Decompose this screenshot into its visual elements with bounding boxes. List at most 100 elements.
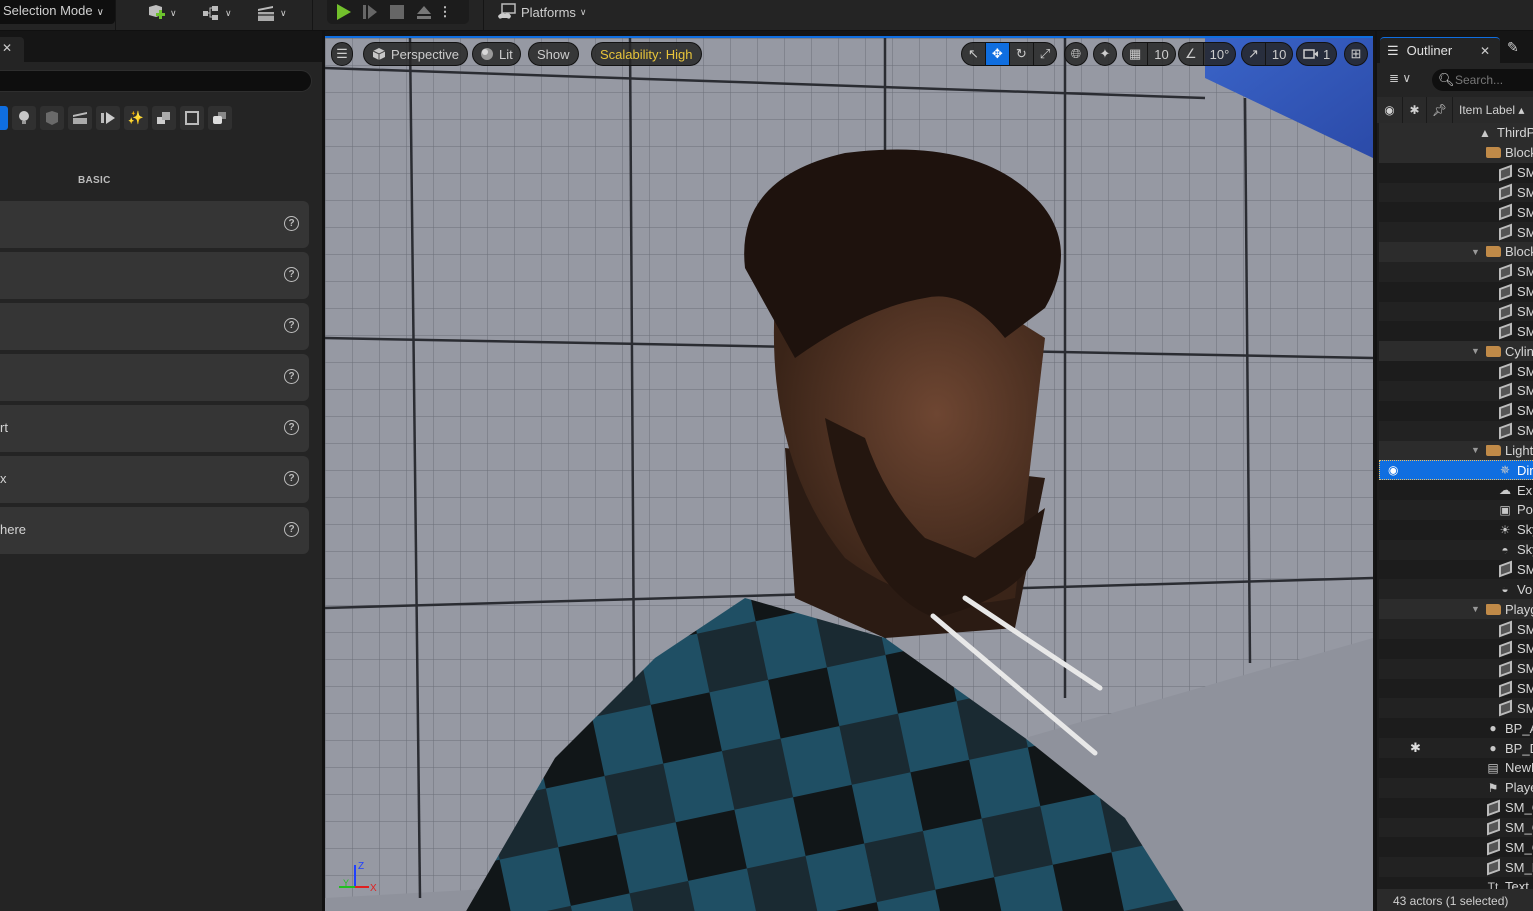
- outliner-row[interactable]: SM: [1379, 261, 1533, 282]
- filter-icon[interactable]: ≣ ∨: [1389, 71, 1411, 85]
- layout-button[interactable]: ⊞: [1344, 42, 1368, 66]
- outliner-row[interactable]: SM: [1379, 282, 1533, 302]
- outliner-row[interactable]: SM: [1379, 182, 1533, 203]
- outliner-row[interactable]: SM: [1379, 560, 1533, 580]
- blueprint-button[interactable]: ∨: [201, 2, 232, 24]
- help-icon[interactable]: ?: [284, 216, 299, 231]
- close-icon[interactable]: ✕: [1480, 44, 1490, 58]
- actor-list-item[interactable]: here?: [0, 507, 309, 554]
- category-effects-icon[interactable]: ✨: [124, 106, 148, 130]
- pin-column-icon[interactable]: 📌︎: [1427, 97, 1453, 123]
- help-icon[interactable]: ?: [284, 471, 299, 486]
- rotation-snap-value[interactable]: 10°: [1202, 43, 1236, 65]
- outliner-folder-row[interactable]: Block: [1379, 142, 1533, 163]
- outliner-row[interactable]: SM: [1379, 420, 1533, 441]
- help-icon[interactable]: ?: [284, 369, 299, 384]
- outliner-row[interactable]: ▤ NewL: [1379, 758, 1533, 778]
- stop-icon[interactable]: [387, 2, 407, 22]
- step-icon[interactable]: [360, 2, 380, 22]
- actor-list-item[interactable]: x?: [0, 456, 309, 503]
- outliner-row[interactable]: ▣ Po: [1379, 500, 1533, 520]
- outliner-row[interactable]: SM: [1379, 619, 1533, 639]
- actor-list-item[interactable]: ?: [0, 252, 309, 299]
- category-volumes-icon[interactable]: [180, 106, 204, 130]
- camera-speed-button[interactable]: 1: [1296, 42, 1338, 66]
- scale-snap-icon[interactable]: ↗: [1242, 43, 1265, 65]
- item-label-column[interactable]: Item Label ▴: [1453, 97, 1533, 123]
- panel-tab[interactable]: ✕: [0, 37, 24, 62]
- outliner-row[interactable]: SM: [1379, 202, 1533, 222]
- outliner-row[interactable]: SM: [1379, 301, 1533, 322]
- viewport-menu-button[interactable]: ☰: [331, 42, 353, 66]
- selection-mode-dropdown[interactable]: Selection Mode ∨: [0, 0, 115, 24]
- platforms-dropdown[interactable]: Platforms ∨: [497, 2, 587, 22]
- category-recent-icon[interactable]: [0, 106, 8, 130]
- outliner-row[interactable]: ▲ ThirdP: [1379, 123, 1533, 143]
- show-button[interactable]: Show: [528, 42, 579, 66]
- eject-icon[interactable]: [414, 2, 434, 22]
- expand-arrow-icon[interactable]: ▼: [1471, 604, 1480, 614]
- outliner-row[interactable]: ● BP_A: [1379, 718, 1533, 738]
- outliner-row[interactable]: SM: [1379, 401, 1533, 421]
- category-lights-icon[interactable]: [12, 106, 36, 130]
- outliner-row[interactable]: SM: [1379, 222, 1533, 243]
- view-mode-button[interactable]: Lit: [472, 42, 521, 66]
- favorite-star-icon[interactable]: ✱: [1410, 740, 1421, 756]
- perspective-button[interactable]: Perspective: [363, 42, 468, 66]
- expand-arrow-icon[interactable]: ▼: [1471, 445, 1480, 455]
- scale-tool-icon[interactable]: ⤢: [1032, 43, 1056, 65]
- outliner-row[interactable]: ◒ Vo: [1379, 579, 1533, 600]
- scale-snap-value[interactable]: 10: [1264, 43, 1292, 65]
- category-visual-effects-icon[interactable]: [96, 106, 120, 130]
- help-icon[interactable]: ?: [284, 318, 299, 333]
- help-icon[interactable]: ?: [284, 267, 299, 282]
- outliner-row[interactable]: SM: [1379, 321, 1533, 341]
- visibility-eye-icon[interactable]: ◉: [1388, 463, 1398, 477]
- scalability-button[interactable]: Scalability: High: [591, 42, 702, 66]
- expand-arrow-icon[interactable]: ▼: [1471, 346, 1480, 356]
- outliner-row[interactable]: SM_C: [1379, 798, 1533, 818]
- rotate-tool-icon[interactable]: ↻: [1008, 43, 1033, 65]
- angle-snap-icon[interactable]: ∠: [1179, 43, 1203, 65]
- outliner-row[interactable]: SM: [1379, 658, 1533, 679]
- outliner-row[interactable]: ☁ Exp: [1379, 480, 1533, 500]
- outliner-row[interactable]: ⚑ Playe: [1379, 777, 1533, 798]
- actor-list-item[interactable]: rt?: [0, 405, 309, 452]
- help-icon[interactable]: ?: [284, 420, 299, 435]
- outliner-row[interactable]: SM: [1379, 361, 1533, 381]
- outliner-row[interactable]: SM: [1379, 679, 1533, 699]
- grid-snap-value[interactable]: 10: [1147, 43, 1174, 65]
- outliner-search-input[interactable]: 🔍︎ Search...: [1432, 69, 1533, 91]
- outliner-row[interactable]: ◉ ✵ Dir: [1379, 460, 1533, 481]
- outliner-folder-row[interactable]: ▼ Cylin: [1379, 341, 1533, 362]
- outliner-row[interactable]: SM_C: [1379, 817, 1533, 838]
- expand-arrow-icon[interactable]: ▼: [1471, 247, 1480, 257]
- help-icon[interactable]: ?: [284, 522, 299, 537]
- grid-snap-icon[interactable]: ▦: [1123, 43, 1147, 65]
- outliner-folder-row[interactable]: ▼ Playg: [1379, 599, 1533, 620]
- level-viewport[interactable]: ☰ Perspective Lit Show Scalability: High…: [325, 36, 1373, 911]
- details-tab-icon[interactable]: ✎: [1507, 39, 1519, 56]
- play-icon[interactable]: [333, 2, 353, 22]
- surface-snapping-toggle[interactable]: ✦: [1093, 42, 1117, 66]
- outliner-folder-row[interactable]: ▼ Light: [1379, 440, 1533, 461]
- translate-tool-icon[interactable]: ✥: [984, 43, 1009, 65]
- visibility-column-eye-icon[interactable]: ◉: [1377, 97, 1403, 123]
- category-all-classes-icon[interactable]: [208, 106, 232, 130]
- world-local-toggle[interactable]: 🌐︎: [1064, 42, 1088, 66]
- outliner-row[interactable]: SM_C: [1379, 837, 1533, 857]
- cinematics-button[interactable]: ∨: [256, 2, 287, 24]
- outliner-row[interactable]: SM: [1379, 639, 1533, 659]
- outliner-row[interactable]: ☀ Sky: [1379, 520, 1533, 540]
- outliner-row[interactable]: SM_R: [1379, 857, 1533, 878]
- close-icon[interactable]: ✕: [2, 41, 12, 55]
- more-options-icon[interactable]: ⋮: [439, 2, 452, 22]
- rotation-snap-control[interactable]: ∠ 10°: [1178, 42, 1237, 66]
- favorite-column-star-icon[interactable]: ✱: [1403, 97, 1427, 123]
- actor-list-item[interactable]: ?: [0, 303, 309, 350]
- outliner-folder-row[interactable]: ▼ Block: [1379, 242, 1533, 262]
- category-shapes-icon[interactable]: [40, 106, 64, 130]
- search-input[interactable]: [0, 70, 312, 92]
- add-actor-button[interactable]: ∨: [146, 2, 177, 24]
- category-cinematic-icon[interactable]: [68, 106, 92, 130]
